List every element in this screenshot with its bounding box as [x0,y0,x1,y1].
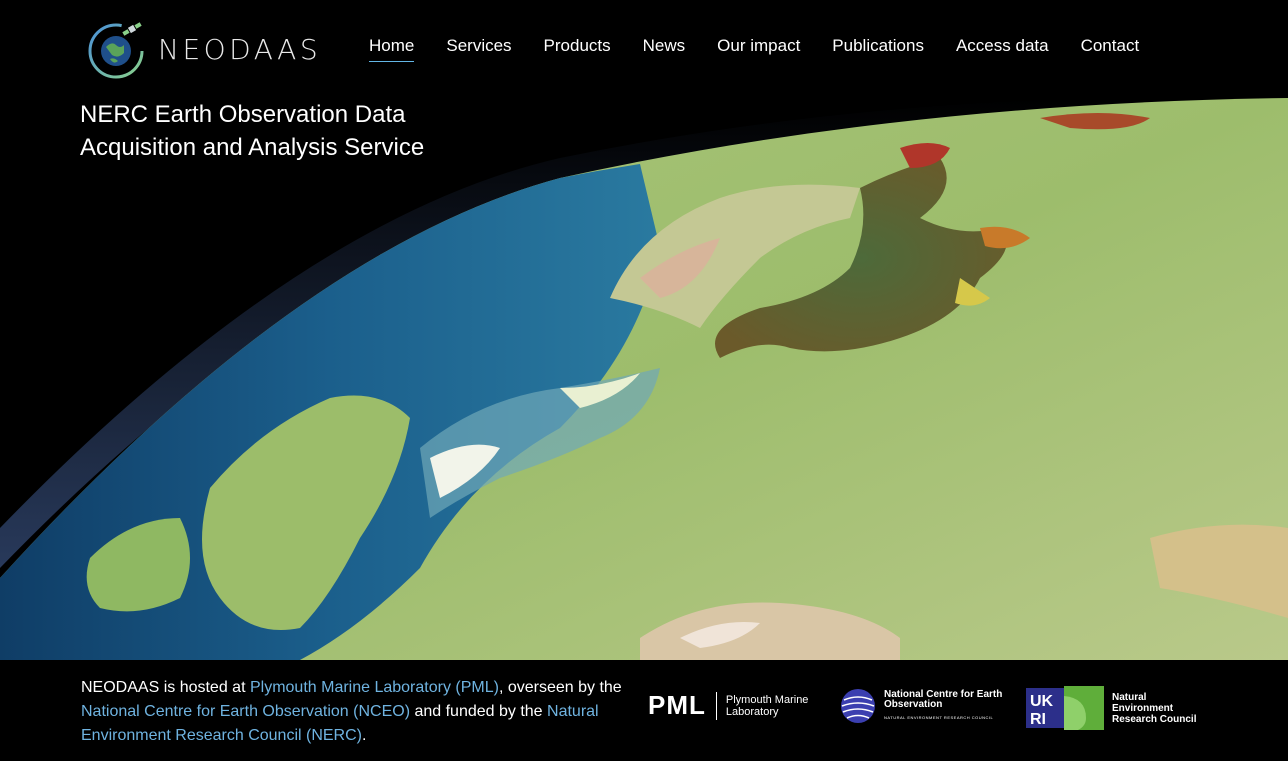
pml-mark: PML [648,690,706,720]
site-header: NEODAAS Home Services Products News Our … [0,0,1288,98]
nceo-logo[interactable]: National Centre for Earth Observation NAT… [840,688,1014,724]
svg-text:UK: UK [1030,693,1054,710]
nceo-globe-icon [841,689,875,723]
pml-logo[interactable]: PML Plymouth Marine Laboratory [648,690,821,721]
nav-home[interactable]: Home [353,34,430,62]
hero-banner: NERC Earth Observation Data Acquisition … [0,98,1288,660]
ukri-nerc-logo[interactable]: UK RI Natural Environment Research Counc… [1026,686,1207,730]
link-pml[interactable]: Plymouth Marine Laboratory (PML) [250,679,499,696]
pml-divider [715,691,717,720]
earth-observation-image [0,98,1288,660]
nceo-name: National Centre for Earth Observation NAT… [884,688,1014,723]
hero-title: NERC Earth Observation Data Acquisition … [80,101,425,161]
footer-text-1: NEODAAS is hosted at [81,679,250,696]
site-logo[interactable]: NEODAAS [86,16,336,82]
nav-news[interactable]: News [627,34,702,62]
nav-products[interactable]: Products [528,34,627,62]
nerc-name: Natural Environment Research Council [1112,691,1197,725]
nceo-title: National Centre for Earth Observation [884,688,1003,710]
site-footer: NEODAAS is hosted at Plymouth Marine Lab… [0,660,1288,761]
pml-name: Plymouth Marine Laboratory [725,693,809,718]
footer-text-3: and funded by the [410,703,548,720]
footer-text-4: . [361,727,367,744]
globe-satellite-icon [88,22,144,79]
ukri-logo-icon: UK RI [1026,686,1104,730]
nav-publications[interactable]: Publications [816,34,940,62]
logo-text: NEODAAS [158,32,322,66]
nceo-subtitle: NATURAL ENVIRONMENT RESEARCH COUNCIL [884,714,994,720]
nav-services[interactable]: Services [430,34,527,62]
nav-our-impact[interactable]: Our impact [701,34,816,62]
nav-contact[interactable]: Contact [1065,34,1156,62]
footer-statement: NEODAAS is hosted at Plymouth Marine Lab… [81,676,641,748]
link-nceo[interactable]: National Centre for Earth Observation (N… [81,703,410,720]
nav-access-data[interactable]: Access data [940,34,1065,62]
svg-text:RI: RI [1030,711,1046,728]
main-nav: Home Services Products News Our impact P… [353,34,1155,62]
footer-text-2: , overseen by the [498,679,622,696]
